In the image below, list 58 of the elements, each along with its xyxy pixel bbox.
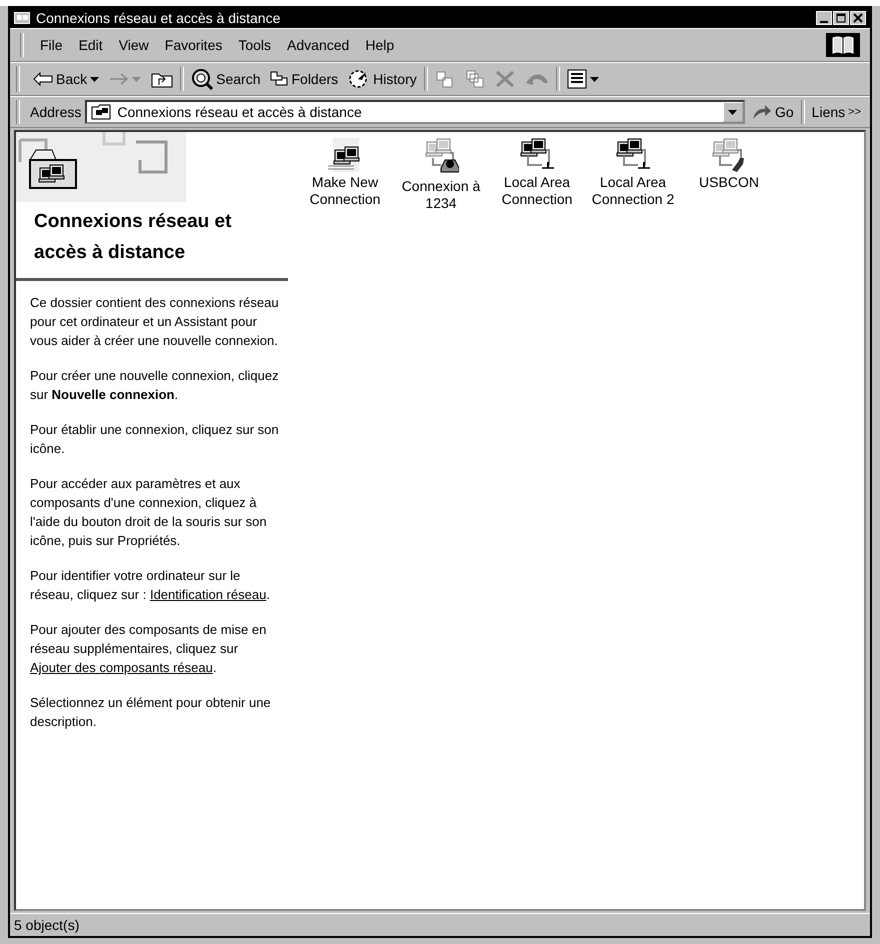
windows-logo bbox=[826, 33, 860, 57]
connection-label[interactable]: USBCON bbox=[699, 174, 759, 191]
sidebar-title: Connexions réseau et accès à distance bbox=[33, 210, 232, 265]
new-connection-icon bbox=[328, 138, 362, 172]
search-button[interactable]: Search bbox=[188, 66, 264, 92]
copy-to-icon bbox=[464, 69, 485, 89]
address-field[interactable]: Connexions réseau et accès à distance bbox=[85, 100, 745, 124]
move-to-icon bbox=[434, 69, 455, 89]
description-paragraph: Pour ajouter des composants de mise en réseau supplémentaires, cliquez sur Ajouter des composants réseau. bbox=[29, 621, 268, 677]
description-paragraph: Pour établir une connexion, cliquez sur son icône. bbox=[29, 421, 280, 458]
menu-item[interactable]: Edit bbox=[72, 35, 109, 55]
close-icon bbox=[853, 13, 863, 23]
search-icon bbox=[191, 68, 214, 90]
description-paragraph: Pour créer une nouvelle connexion, cliquez sur Nouvelle connexion. bbox=[29, 367, 280, 404]
views-icon bbox=[566, 69, 587, 89]
back-arrow-icon bbox=[33, 72, 53, 86]
description-paragraph: Sélectionnez un élément pour obtenir une description. bbox=[29, 694, 272, 731]
maximize-icon bbox=[836, 13, 846, 23]
minimize-button[interactable] bbox=[816, 11, 832, 25]
connection-label[interactable]: Local Area Connection 2 bbox=[588, 174, 678, 208]
go-button[interactable]: Go bbox=[748, 102, 797, 122]
menu-item[interactable]: File bbox=[34, 35, 69, 55]
caret-icon bbox=[728, 110, 738, 114]
address-label: Address bbox=[30, 104, 82, 120]
folders-button[interactable]: Folders bbox=[267, 69, 342, 89]
network-folder-icon bbox=[14, 12, 30, 24]
forward-arrow-icon bbox=[109, 72, 130, 86]
description-paragraph: Pour accéder aux paramètres et aux composants d'une connexion, cliquez à l'aide du bouton droit de la souris sur son icône, puis sur Propriétés. bbox=[29, 475, 268, 550]
history-button[interactable]: History bbox=[345, 67, 420, 91]
caret-icon bbox=[90, 76, 100, 82]
delete-icon bbox=[494, 70, 515, 88]
usb-connection-icon bbox=[712, 138, 746, 172]
menu-item[interactable]: Advanced bbox=[281, 35, 356, 55]
status-text: 5 object(s) bbox=[14, 917, 80, 933]
network-computers-icon bbox=[520, 138, 554, 172]
sidebar-link[interactable]: Identification réseau bbox=[150, 587, 266, 602]
menu-item[interactable]: View bbox=[112, 35, 155, 55]
connection-label[interactable]: Local Area Connection bbox=[492, 174, 582, 208]
caret-icon bbox=[132, 76, 142, 82]
minimize-icon bbox=[820, 20, 828, 22]
folders-icon bbox=[270, 71, 288, 87]
caret-icon bbox=[590, 76, 599, 82]
connection-label[interactable]: Make New Connection bbox=[300, 174, 390, 208]
description-paragraph: Pour identifier votre ordinateur sur le réseau, cliquez sur : Identification réseau. bbox=[29, 567, 271, 604]
back-button[interactable]: Back bbox=[30, 69, 102, 89]
maximize-button[interactable] bbox=[833, 11, 849, 25]
close-button[interactable] bbox=[850, 11, 866, 25]
dropdown-button[interactable] bbox=[722, 102, 743, 122]
menu-item[interactable]: Favorites bbox=[158, 35, 228, 55]
network-folder-icon bbox=[91, 104, 112, 120]
network-computers-icon bbox=[616, 138, 650, 172]
sidebar-link[interactable]: Ajouter des composants réseau bbox=[30, 660, 213, 675]
arrow-icon bbox=[752, 104, 772, 120]
description-paragraph: Ce dossier contient des connexions réseau pour cet ordinateur et un Assistant pour vous aider à créer une nouvelle connexion. bbox=[29, 294, 280, 350]
connection-label[interactable]: Connexion à 1234 bbox=[396, 178, 486, 212]
menu-item[interactable]: Tools bbox=[232, 35, 278, 55]
menu-item[interactable]: Help bbox=[359, 35, 400, 55]
window-title: Connexions réseau et accès à distance bbox=[36, 10, 282, 26]
